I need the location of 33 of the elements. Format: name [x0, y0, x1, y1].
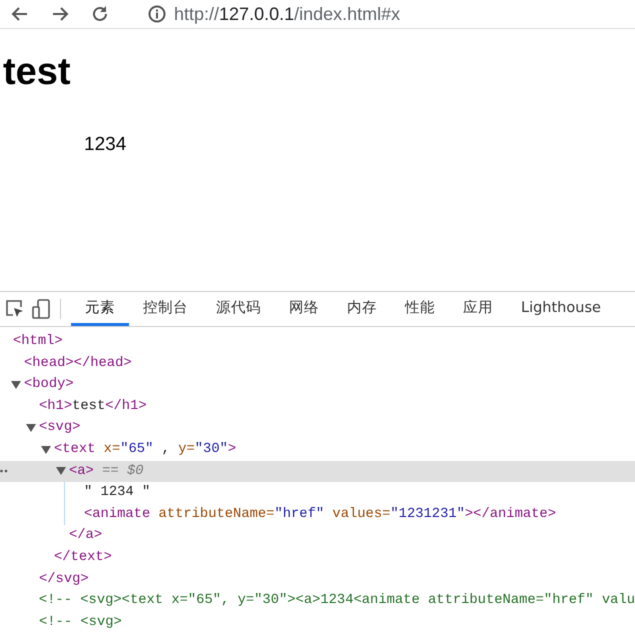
device-toolbar-icon[interactable] [30, 298, 52, 320]
dom-line[interactable]: " 1234 " [84, 482, 150, 504]
svg-link-text[interactable]: 1234 [84, 134, 126, 156]
dom-line[interactable]: <!-- <svg> [39, 612, 122, 634]
expanded-triangle-icon[interactable] [11, 380, 21, 390]
info-icon[interactable] [148, 5, 166, 23]
dom-line[interactable]: <body> [24, 374, 74, 396]
devtools-tab[interactable]: 源代码 [202, 292, 275, 326]
expanded-triangle-icon[interactable] [26, 423, 36, 434]
dom-line[interactable]: <animate attributeName="href" values="1231231"></animate> [84, 504, 556, 526]
more-dots-icon[interactable] [0, 469, 8, 474]
devtools-tab[interactable]: 应用 [449, 292, 507, 326]
dom-line[interactable]: <h1>test</h1> [39, 396, 147, 418]
dom-line[interactable]: <head></head> [24, 352, 132, 374]
dom-line[interactable]: </a> [69, 525, 102, 547]
dom-line[interactable]: <svg> [39, 417, 80, 439]
dom-line[interactable]: <text x="65" , y="30"> [54, 438, 236, 461]
dom-line[interactable]: <html> [13, 331, 63, 353]
devtools-tab[interactable]: 元素 [71, 292, 129, 326]
expanded-triangle-icon[interactable] [56, 466, 66, 476]
devtools-tab[interactable]: 内存 [333, 292, 391, 326]
expanded-triangle-icon[interactable] [41, 444, 51, 455]
devtools-tab[interactable]: 控制台 [129, 292, 202, 326]
url-text[interactable]: http://127.0.0.1/index.html#x [174, 4, 400, 24]
devtools-tab[interactable]: Lighthouse [507, 292, 615, 326]
dom-line[interactable]: </svg> [39, 568, 89, 590]
devtools-tab[interactable]: 性能 [391, 292, 449, 326]
dom-line[interactable]: </text> [54, 546, 112, 569]
devtools-tab[interactable]: 网络 [275, 292, 333, 326]
page-heading: test [2, 50, 71, 94]
dom-line[interactable]: <a> == $0 [69, 460, 144, 482]
reload-icon[interactable] [90, 4, 110, 24]
dom-line[interactable]: <!-- <svg><text x="65", y="30"><a>1234<animate attributeName="href" valu [38, 590, 635, 612]
